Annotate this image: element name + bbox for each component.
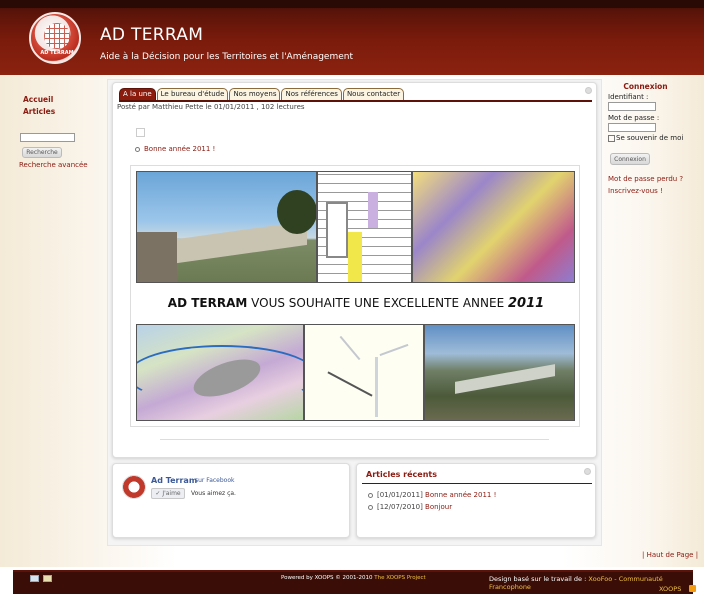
tab-underline	[119, 100, 592, 102]
turbine-blade	[339, 335, 361, 361]
back-to-top-link[interactable]: | Haut de Page |	[642, 551, 698, 559]
globe-icon	[44, 23, 70, 49]
design-text: Design basé sur le travail de :	[489, 575, 589, 583]
facebook-page-name[interactable]: Ad Terram	[151, 476, 197, 485]
login-button[interactable]: Connexion	[610, 153, 650, 165]
turbine-mast	[375, 357, 378, 417]
recent-article-link[interactable]: Bonjour	[425, 503, 452, 511]
search-input[interactable]	[20, 133, 75, 142]
landscape-photo	[136, 171, 317, 283]
facebook-like-button[interactable]: ✓ J'aime	[151, 488, 185, 499]
recent-article-link[interactable]: Bonne année 2011 !	[425, 491, 496, 499]
plan-yellow-zone	[348, 232, 362, 282]
site-slogan: Aide à la Décision pour les Territoires …	[100, 52, 354, 62]
article-date: [01/01/2011]	[377, 491, 423, 499]
password-label: Mot de passe :	[608, 114, 660, 122]
urban-plan-image	[317, 171, 412, 283]
greeting-year: 2011	[508, 296, 545, 311]
block-settings-icon[interactable]	[585, 87, 592, 94]
facebook-widget: Ad Terram sur Facebook ✓ J'aime Vous aim…	[112, 463, 350, 538]
menu-item-accueil[interactable]: Accueil	[23, 94, 98, 106]
tab-bar: A la une Le bureau d'étude Nos moyens Nos r…	[119, 88, 405, 100]
remember-checkbox[interactable]	[608, 134, 615, 142]
remember-label: Se souvenir de moi	[616, 134, 684, 142]
map-boundary-arc	[433, 172, 574, 282]
tab-nous-contacter[interactable]: Nous contacter	[342, 88, 405, 100]
login-block: Connexion Identifiant : Mot de passe : S…	[608, 82, 693, 195]
tab-bureau-etude[interactable]: Le bureau d'étude	[156, 88, 229, 100]
bullet-icon	[135, 146, 140, 152]
article-byline: Posté par Matthieu Pette le 01/01/2011 ,…	[117, 103, 305, 111]
search-button[interactable]: Recherche	[22, 147, 62, 158]
greeting-card-image: AD TERRAM VOUS SOUHAITE UNE EXCELLENTE A…	[130, 165, 580, 427]
password-field[interactable]	[608, 123, 656, 132]
main-menu: Accueil Articles	[18, 94, 98, 118]
bullet-icon	[368, 492, 373, 498]
logo-text: AD TERRAM	[40, 50, 74, 56]
wind-turbine-image	[304, 324, 424, 421]
greeting-middle: VOUS SOUHAITE UNE EXCELLENTE ANNEE	[247, 296, 508, 310]
greeting-text: AD TERRAM VOUS SOUHAITE UNE EXCELLENTE A…	[131, 296, 581, 311]
recent-title-underline	[362, 483, 592, 484]
list-item: [12/07/2010] Bonjour	[368, 503, 452, 511]
login-title: Connexion	[623, 82, 668, 91]
tab-nos-moyens[interactable]: Nos moyens	[229, 88, 281, 100]
like-label: J'aime	[162, 490, 181, 497]
image-icon[interactable]	[43, 575, 52, 582]
block-settings-icon[interactable]	[584, 468, 591, 475]
divider	[160, 439, 549, 440]
facebook-suffix[interactable]: sur Facebook	[195, 477, 235, 484]
zoning-map-image	[412, 171, 575, 283]
username-label: Identifiant :	[608, 93, 649, 101]
rss-icon[interactable]	[689, 585, 696, 592]
greeting-brand: AD TERRAM	[167, 296, 248, 310]
register-link[interactable]: Inscrivez-vous !	[608, 187, 693, 195]
remember-me[interactable]: Se souvenir de moi	[608, 134, 693, 142]
plan-block	[326, 202, 348, 258]
article-link[interactable]: Bonne année 2011 !	[144, 145, 215, 153]
powered-text: Powered by XOOPS © 2001-2010	[281, 575, 375, 581]
image-placeholder-icon	[136, 128, 145, 137]
rock-shape	[137, 232, 177, 282]
menu-item-articles[interactable]: Articles	[23, 106, 98, 118]
username-field[interactable]	[608, 102, 656, 111]
left-sidebar: Accueil Articles Recherche Recherche ava…	[18, 94, 98, 169]
lost-password-link[interactable]: Mot de passe perdu ?	[608, 175, 693, 183]
recent-articles-title: Articles récents	[366, 470, 437, 479]
powered-by: Powered by XOOPS © 2001-2010 The XOOPS P…	[281, 575, 426, 581]
site-title[interactable]: AD TERRAM	[100, 25, 203, 45]
article-link-item: Bonne année 2011 !	[135, 145, 215, 153]
tab-a-la-une[interactable]: A la une	[119, 88, 156, 100]
site-footer: Powered by XOOPS © 2001-2010 The XOOPS P…	[13, 570, 696, 594]
turbine-shadow	[327, 371, 373, 397]
article-date: [12/07/2010]	[377, 503, 423, 511]
recent-articles-block: Articles récents [01/01/2011] Bonne anné…	[356, 463, 596, 538]
xoops-link[interactable]: XOOPS	[659, 585, 681, 593]
list-item: [01/01/2011] Bonne année 2011 !	[368, 491, 496, 499]
hydrology-map-image	[136, 324, 304, 421]
tab-nos-references[interactable]: Nos références	[281, 88, 342, 100]
solar-panel-row	[455, 364, 555, 394]
advanced-search-link[interactable]: Recherche avancée	[19, 161, 98, 169]
plan-purple-zone	[368, 192, 378, 228]
site-logo[interactable]: AD TERRAM	[29, 12, 81, 64]
solar-farm-photo	[424, 324, 575, 421]
mail-icon[interactable]	[30, 575, 39, 582]
xoops-project-link[interactable]: The XOOPS Project	[374, 575, 425, 581]
facebook-like-text: Vous aimez ça.	[191, 490, 236, 497]
site-header: AD TERRAM AD TERRAM Aide à la Décision p…	[0, 0, 704, 75]
tree-shape	[277, 190, 316, 234]
facebook-avatar[interactable]	[122, 475, 146, 499]
turbine-blade	[379, 343, 409, 357]
bullet-icon	[368, 504, 373, 510]
news-block: A la une Le bureau d'étude Nos moyens Nos r…	[112, 82, 597, 458]
header-top-strip	[0, 0, 704, 8]
